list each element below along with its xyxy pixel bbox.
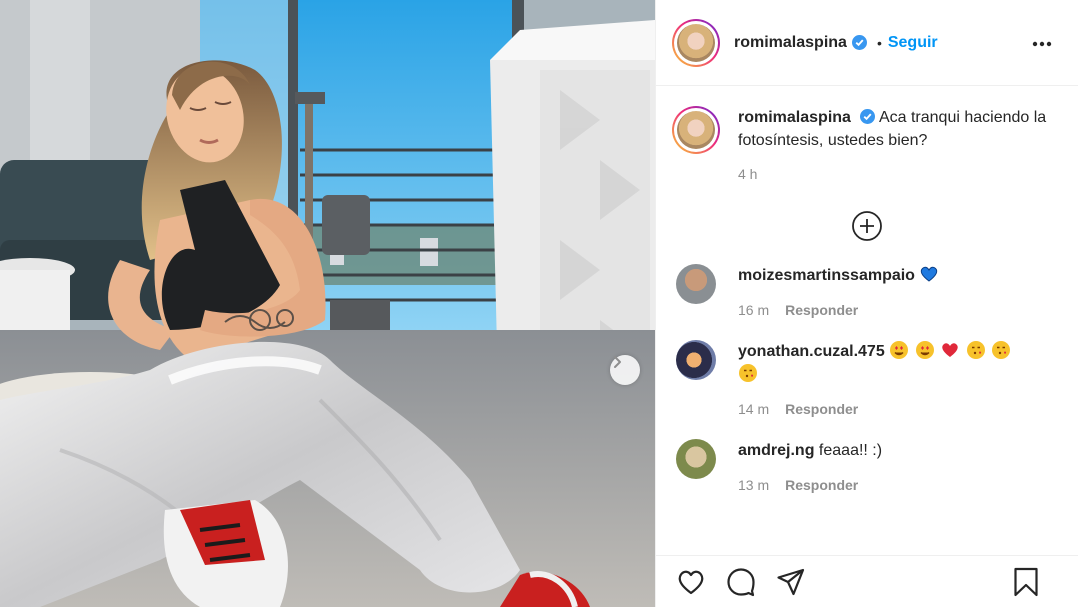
separator-dot: • [876, 34, 882, 51]
commenter-avatar[interactable] [676, 264, 716, 304]
comment-timestamp[interactable]: 13 m [738, 477, 769, 493]
caption: romimalaspina Aca tranqui haciendo la fo… [672, 106, 1062, 154]
next-photo-button[interactable] [610, 355, 640, 385]
more-options-icon [1032, 41, 1052, 47]
reply-button[interactable]: Responder [785, 302, 858, 318]
comment-timestamp[interactable]: 16 m [738, 302, 769, 318]
commenter-avatar[interactable] [676, 340, 716, 380]
heart-eyes-icon [915, 340, 935, 360]
heart-outline-icon [678, 570, 704, 594]
comments-list[interactable]: romimalaspina Aca tranqui haciendo la fo… [656, 86, 1078, 558]
author-avatar[interactable] [672, 18, 720, 67]
commenter-username[interactable]: amdrej.ng [738, 442, 814, 459]
bookmark-icon [1014, 567, 1038, 596]
comment-item: yonathan.cuzal.475 14 m Responder [672, 340, 1062, 417]
follow-button[interactable]: Seguir [888, 34, 938, 52]
save-button[interactable] [1009, 565, 1043, 599]
caption-avatar[interactable] [672, 106, 720, 154]
post-side-panel: romimalaspina • Seguir romimalaspina Aca… [655, 0, 1078, 607]
post-actions-bar [656, 555, 1078, 607]
red-heart-icon [940, 340, 960, 360]
avatar-image [677, 23, 715, 62]
kiss-icon [738, 363, 758, 383]
more-options-button[interactable] [1032, 34, 1052, 52]
photo-illustration [0, 0, 655, 607]
chevron-right-icon [614, 356, 621, 368]
verified-badge-icon [860, 109, 876, 124]
comment-button[interactable] [724, 565, 758, 599]
kiss-icon [991, 340, 1011, 360]
heart-eyes-icon [889, 340, 909, 360]
reply-button[interactable]: Responder [785, 401, 858, 417]
paper-plane-icon [777, 568, 805, 595]
reply-button[interactable]: Responder [785, 477, 858, 493]
comment-bubble-icon [727, 567, 755, 596]
commenter-username[interactable]: yonathan.cuzal.475 [738, 343, 885, 360]
comment-item: amdrej.ng feaaa!! :) 13 m Responder [672, 439, 1062, 493]
caption-username[interactable]: romimalaspina [738, 109, 851, 126]
comment-item: moizesmartinssampaio 16 m Responder [672, 264, 1062, 318]
kiss-icon [966, 340, 986, 360]
share-button[interactable] [774, 565, 808, 599]
commenter-avatar[interactable] [676, 439, 716, 479]
post-photo[interactable] [0, 0, 655, 607]
comment-text: feaaa!! :) [818, 442, 883, 459]
author-username[interactable]: romimalaspina [734, 34, 847, 52]
commenter-username[interactable]: moizesmartinssampaio [738, 267, 915, 284]
post-header: romimalaspina • Seguir [656, 0, 1078, 86]
like-button[interactable] [674, 565, 708, 599]
caption-timestamp[interactable]: 4 h [738, 166, 1062, 182]
comment-timestamp[interactable]: 14 m [738, 401, 769, 417]
load-more-comments-button[interactable] [672, 210, 1062, 242]
blue-heart-icon [919, 264, 939, 284]
instagram-post: romimalaspina • Seguir romimalaspina Aca… [0, 0, 1078, 607]
plus-circle-icon [852, 211, 882, 241]
verified-badge-icon [851, 35, 867, 50]
